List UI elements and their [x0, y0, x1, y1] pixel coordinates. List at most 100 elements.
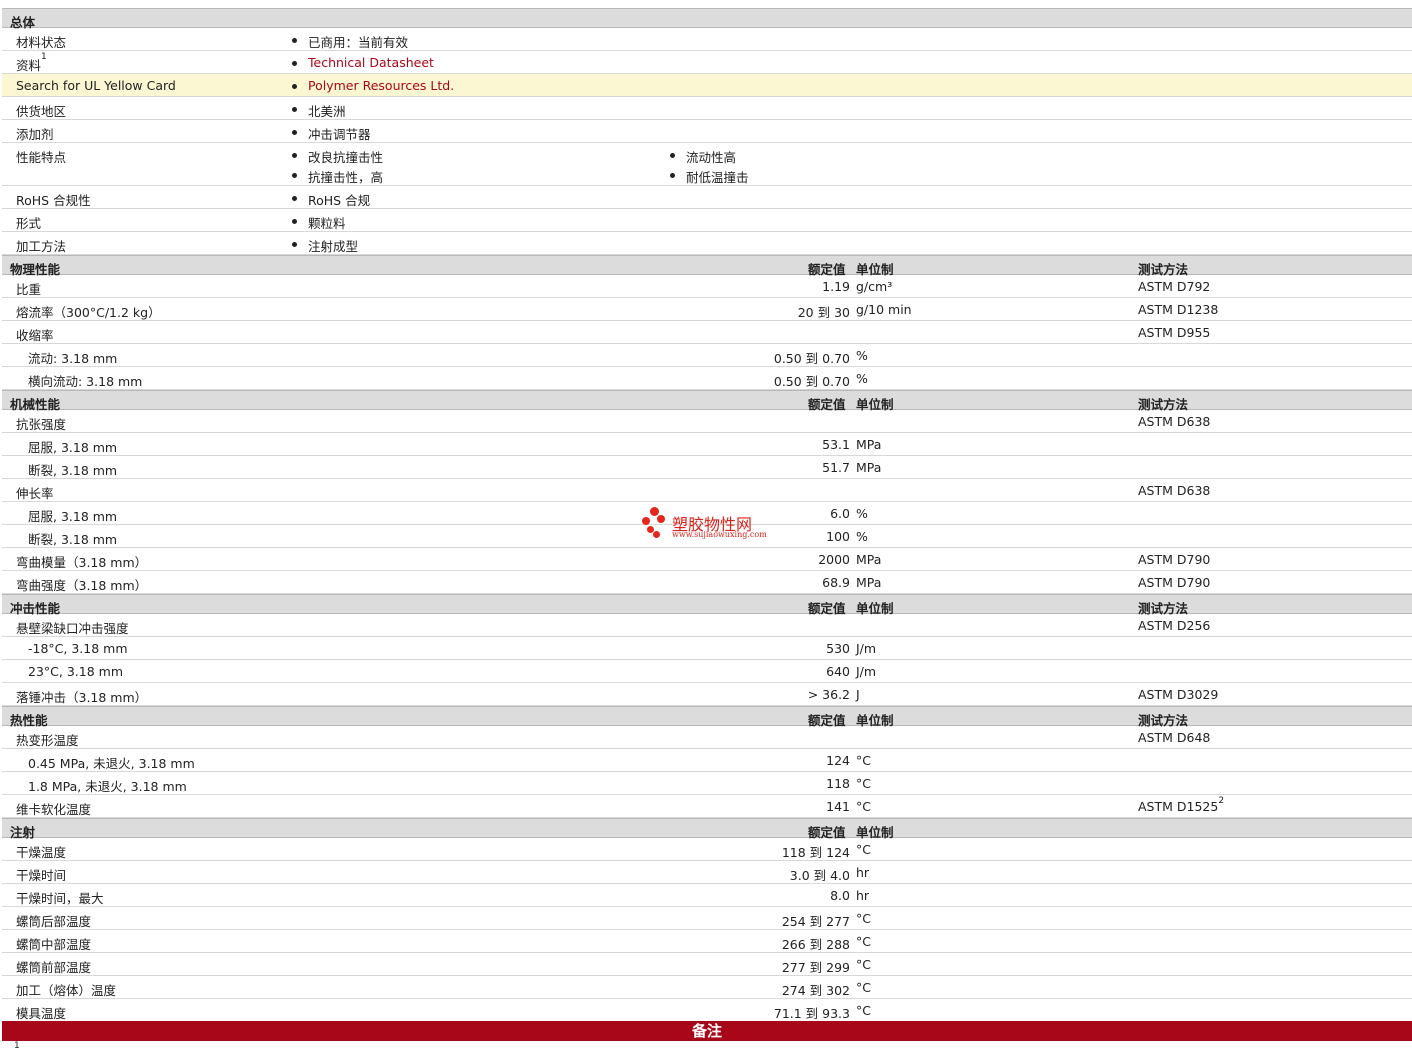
- footnote-marker[interactable]: 2: [1218, 796, 1224, 806]
- property-label: 螺筒后部温度: [16, 914, 92, 929]
- property-unit: %: [856, 506, 868, 521]
- property-row: 比重 1.19 g/cm³ ASTM D792: [2, 275, 1412, 298]
- property-value: 0.50 到 0.70: [773, 351, 850, 366]
- test-method-text: ASTM D638: [1138, 414, 1211, 429]
- item-text: 已商用：当前有效: [308, 35, 409, 50]
- property-value: 118 到 124: [781, 845, 850, 860]
- property-label: 断裂, 3.18 mm: [28, 532, 118, 547]
- property-label: 收缩率: [16, 328, 54, 343]
- property-value: 141: [826, 799, 850, 814]
- property-unit: °C: [856, 980, 871, 995]
- bullet-item: 流动性高: [670, 147, 736, 166]
- property-label: 维卡软化温度: [16, 802, 92, 817]
- bullet-icon: [292, 219, 297, 224]
- bullet-item: RoHS 合规: [292, 190, 370, 209]
- bullet-icon: [292, 242, 297, 247]
- row-label: 添加剂: [16, 124, 54, 143]
- test-method: ASTM D790: [1138, 552, 1210, 567]
- bullet-icon: [292, 130, 297, 135]
- property-unit: °C: [856, 1003, 871, 1018]
- property-unit: °C: [856, 934, 871, 949]
- property-row: 0.45 MPa, 未退火, 3.18 mm 124 °C: [2, 749, 1412, 772]
- item-text: 改良抗撞击性: [308, 150, 384, 165]
- item-text: 冲击调节器: [308, 127, 371, 142]
- property-unit: MPa: [856, 575, 882, 590]
- item-link[interactable]: Technical Datasheet: [308, 55, 434, 70]
- property-label: 伸长率: [16, 486, 54, 501]
- row-label: 加工方法: [16, 236, 66, 255]
- test-method: ASTM D955: [1138, 325, 1210, 340]
- property-label: 流动: 3.18 mm: [28, 351, 118, 366]
- property-row: 螺筒中部温度 266 到 288 °C: [2, 930, 1412, 953]
- property-unit: °C: [856, 957, 871, 972]
- property-label: 比重: [16, 282, 42, 297]
- row-label: Search for UL Yellow Card: [16, 78, 176, 93]
- test-method-text: ASTM D792: [1138, 279, 1211, 294]
- property-value: 530: [826, 641, 850, 656]
- property-label: 加工（熔体）温度: [16, 983, 117, 998]
- test-method-text: ASTM D790: [1138, 552, 1211, 567]
- property-unit: g/cm³: [856, 279, 893, 294]
- general-section: 总体 材料状态 已商用：当前有效 资料1 Technical Datasheet Sear…: [2, 8, 1412, 255]
- test-method: ASTM D792: [1138, 279, 1210, 294]
- item-text: 抗撞击性，高: [308, 170, 384, 185]
- property-value: 640: [826, 664, 850, 679]
- footnote-marker[interactable]: 1: [41, 52, 47, 62]
- property-label: 螺筒中部温度: [16, 937, 92, 952]
- property-row: 弯曲强度（3.18 mm） 68.9 MPa ASTM D790: [2, 571, 1412, 594]
- property-value: 118: [826, 776, 850, 791]
- property-value: 20 到 30: [797, 305, 850, 320]
- test-method: ASTM D3029: [1138, 687, 1218, 702]
- property-value: 266 到 288: [781, 937, 850, 952]
- property-unit: hr: [856, 865, 870, 880]
- bullet-icon: [292, 38, 297, 43]
- bullet-icon: [670, 173, 675, 178]
- row-label-text: 添加剂: [16, 127, 54, 142]
- test-method: ASTM D648: [1138, 730, 1210, 745]
- general-row: 形式 颗粒料: [2, 209, 1412, 232]
- row-label: RoHS 合规性: [16, 190, 91, 209]
- property-label: 悬壁梁缺口冲击强度: [16, 621, 129, 636]
- property-label: 弯曲强度（3.18 mm）: [16, 578, 148, 593]
- general-row: Search for UL Yellow Card Polymer Resourc…: [2, 74, 1412, 97]
- row-label: 性能特点: [16, 147, 66, 166]
- property-row: 23°C, 3.18 mm 640 J/m: [2, 660, 1412, 683]
- general-row: 添加剂 冲击调节器: [2, 120, 1412, 143]
- property-unit: °C: [856, 842, 871, 857]
- item-link[interactable]: Polymer Resources Ltd.: [308, 78, 454, 93]
- property-unit: MPa: [856, 437, 882, 452]
- test-method: ASTM D256: [1138, 618, 1210, 633]
- row-label-text: RoHS 合规性: [16, 193, 91, 208]
- bullet-item: 抗撞击性，高: [292, 167, 383, 186]
- property-unit: J/m: [856, 641, 877, 656]
- property-label: 抗张强度: [16, 417, 67, 432]
- row-label: 资料1: [16, 52, 47, 74]
- bullet-item: 耐低温撞击: [670, 167, 749, 186]
- property-value: 6.0: [830, 506, 850, 521]
- property-unit: °C: [856, 799, 871, 814]
- test-method: ASTM D790: [1138, 575, 1210, 590]
- general-row: 资料1 Technical Datasheet: [2, 51, 1412, 74]
- property-value: > 36.2: [807, 687, 850, 702]
- property-unit: °C: [856, 776, 871, 791]
- section-header: 机械性能 额定值 单位制 测试方法: [2, 390, 1412, 412]
- test-method: ASTM D638: [1138, 414, 1210, 429]
- bullet-item: 已商用：当前有效: [292, 32, 408, 51]
- property-value: 124: [826, 753, 850, 768]
- property-value: 53.1: [822, 437, 850, 452]
- property-row: 横向流动: 3.18 mm 0.50 到 0.70%: [2, 367, 1412, 390]
- row-label-text: 资料: [16, 58, 42, 73]
- bullet-item: Polymer Resources Ltd.: [292, 78, 454, 93]
- property-value: 8.0: [830, 888, 850, 903]
- section-header: 冲击性能 额定值 单位制 测试方法: [2, 594, 1412, 616]
- property-value: 1.19: [822, 279, 850, 294]
- property-value: 51.7: [822, 460, 850, 475]
- property-unit: g/10 min: [856, 302, 912, 317]
- test-method-text: ASTM D790: [1138, 575, 1211, 590]
- test-method-text: ASTM D256: [1138, 618, 1211, 633]
- property-row: 落锤冲击（3.18 mm） > 36.2 J ASTM D3029: [2, 683, 1412, 706]
- general-row: 供货地区 北美洲: [2, 97, 1412, 120]
- bullet-icon: [292, 173, 297, 178]
- item-text: 颗粒料: [308, 216, 346, 231]
- test-method-text: ASTM D648: [1138, 730, 1211, 745]
